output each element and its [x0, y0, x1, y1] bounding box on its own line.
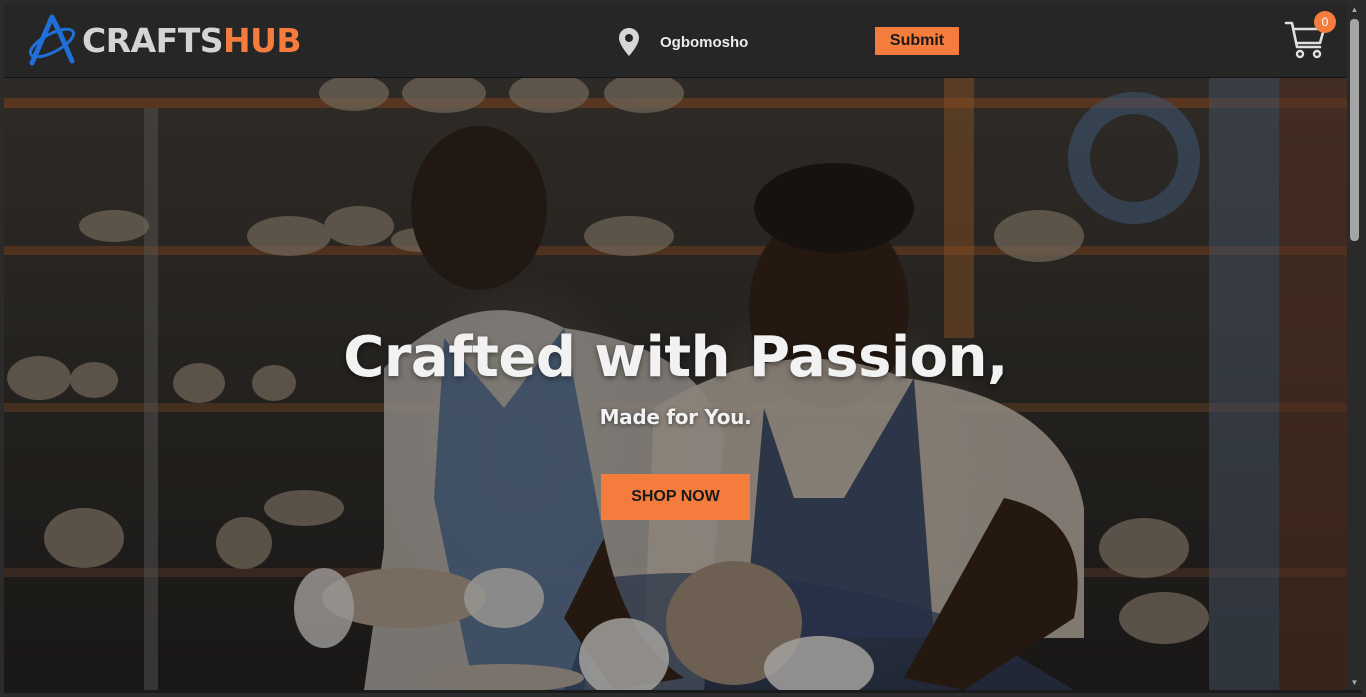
hero-subtitle: Made for You. — [599, 405, 752, 429]
map-pin-icon — [619, 28, 639, 56]
hero-title: Crafted with Passion, — [343, 325, 1008, 390]
scrollbar-thumb[interactable] — [1350, 19, 1359, 241]
page-scrollbar[interactable]: ▲ ▼ — [1347, 3, 1362, 690]
shop-now-button[interactable]: SHOP NOW — [601, 474, 750, 520]
brand-name: CRAFTSHUB — [82, 20, 302, 60]
craftshub-logo-icon — [28, 14, 76, 66]
submit-button[interactable]: Submit — [875, 27, 959, 55]
navbar: CRAFTSHUB Ogbomosho Submit 0 — [4, 3, 1347, 78]
hero-section: Crafted with Passion, Made for You. SHOP… — [4, 78, 1347, 690]
brand-logo[interactable]: CRAFTSHUB — [24, 11, 314, 69]
cart-count-badge: 0 — [1314, 11, 1336, 33]
scroll-down-arrow-icon[interactable]: ▼ — [1347, 676, 1362, 690]
brand-name-part1: CRAFTS — [82, 20, 224, 60]
cart-button[interactable]: 0 — [1284, 11, 1336, 61]
location-name: Ogbomosho — [660, 33, 749, 51]
scroll-up-arrow-icon[interactable]: ▲ — [1347, 3, 1362, 17]
brand-name-part2: HUB — [223, 20, 302, 60]
location-selector[interactable]: Ogbomosho — [618, 27, 748, 57]
